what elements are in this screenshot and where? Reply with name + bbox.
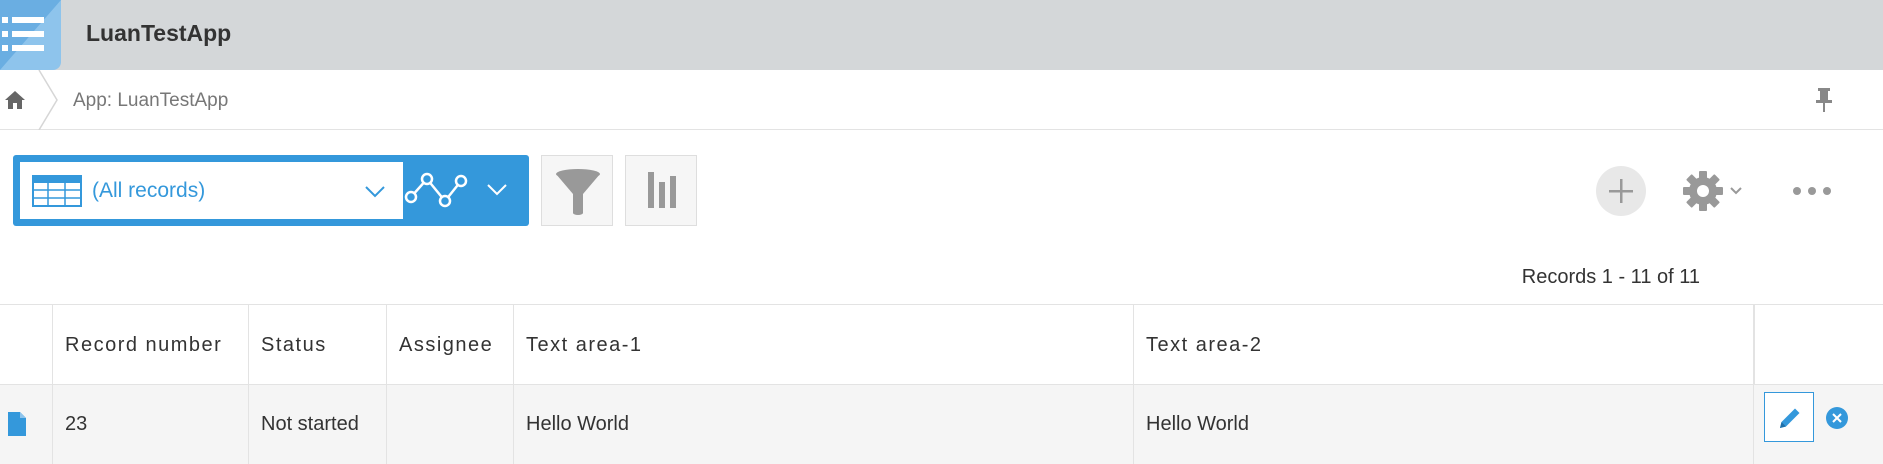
cell-assignee [387,385,514,464]
column-header-label: Assignee [399,334,494,356]
view-label: (All records) [92,179,206,202]
pencil-icon [1780,408,1800,428]
status-value: Not started [261,413,359,435]
column-header-label: Text area-2 [1146,334,1263,356]
filter-icon [556,169,600,215]
row-icon-cell [0,385,53,464]
cell-text-area-2: Hello World [1134,385,1754,464]
more-options-button[interactable] [1791,176,1833,206]
records-table: Record number Status Assignee Text area-… [0,304,1883,464]
close-icon [1832,413,1842,423]
delete-record-button[interactable] [1826,407,1848,429]
breadcrumb: App: LuanTestApp [0,70,1883,130]
column-header-text-area-2[interactable]: Text area-2 [1134,305,1754,384]
chart-button[interactable] [625,155,697,226]
more-icon [1793,187,1831,195]
cell-record-number: 23 [53,385,249,464]
breadcrumb-current[interactable]: App: LuanTestApp [73,90,228,112]
view-dropdown[interactable]: (All records) [20,162,403,219]
settings-button[interactable] [1680,168,1750,214]
column-header-label: Record number [65,334,223,356]
add-record-button[interactable] [1596,166,1646,216]
records-count: Records 1 - 11 of 11 [1521,266,1700,288]
column-header-label: Status [261,334,327,356]
filter-button[interactable] [541,155,613,226]
table-header-row: Record number Status Assignee Text area-… [0,304,1883,385]
record-file-icon[interactable] [7,411,27,437]
app-header: LuanTestApp [0,0,1883,70]
table-view-icon [32,175,82,207]
edit-record-button[interactable] [1764,392,1814,442]
home-icon[interactable] [3,88,27,112]
bar-chart-icon [648,172,676,208]
column-header-status[interactable]: Status [249,305,387,384]
view-selector: (All records) [13,155,529,226]
record-number-value: 23 [65,413,88,435]
header-icon-cell [0,305,53,384]
column-header-label: Text area-1 [526,334,643,356]
column-header-assignee[interactable]: Assignee [387,305,514,384]
text-area-2-value: Hello World [1146,413,1249,435]
graph-icon[interactable] [403,169,469,213]
text-area-1-value: Hello World [526,413,629,435]
header-actions-cell [1754,305,1883,384]
chevron-down-icon [365,186,385,198]
gear-icon [1683,171,1742,211]
app-list-icon[interactable] [0,0,61,70]
graph-chevron-down-icon[interactable] [486,182,508,198]
cell-text-area-1: Hello World [514,385,1134,464]
cell-status: Not started [249,385,387,464]
app-title: LuanTestApp [86,20,232,46]
column-header-text-area-1[interactable]: Text area-1 [514,305,1134,384]
plus-icon [1609,179,1633,203]
pin-icon[interactable] [1812,86,1836,114]
column-header-record-number[interactable]: Record number [53,305,249,384]
table-row: 23 Not started Hello World Hello World [0,385,1883,464]
breadcrumb-separator [38,70,58,130]
